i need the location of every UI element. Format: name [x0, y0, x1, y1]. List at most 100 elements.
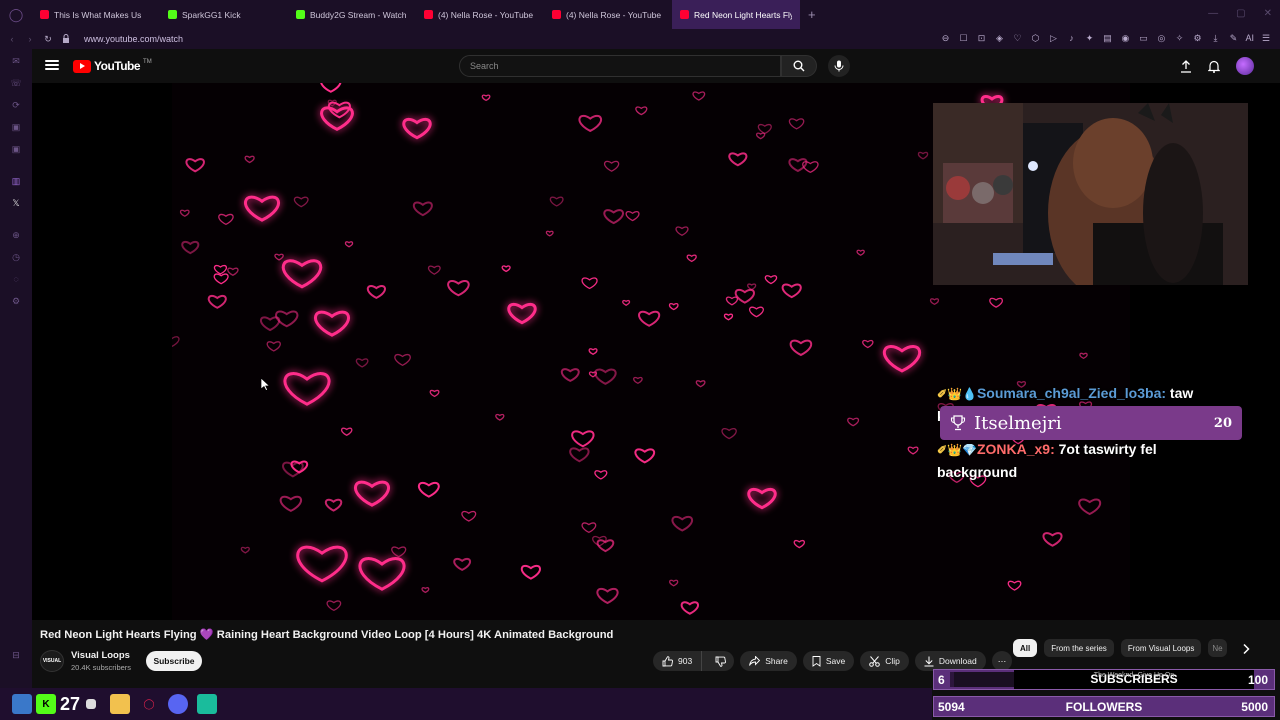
account-avatar[interactable]	[1236, 57, 1254, 75]
weather-temperature[interactable]: 27	[60, 694, 80, 715]
browser-tab[interactable]: SparkGG1 Kick	[160, 0, 288, 29]
notifications-bell-icon[interactable]	[1208, 60, 1220, 73]
new-tab-button[interactable]: +	[800, 7, 824, 22]
like-count: 903	[678, 656, 693, 666]
browser-tab[interactable]: Red Neon Light Hearts Fly	[672, 0, 800, 29]
sidebar-twitch-icon[interactable]: ▥	[10, 175, 22, 187]
tab-favicon-icon	[168, 10, 177, 19]
chevron-right-icon[interactable]	[1240, 643, 1252, 655]
chip-truncated[interactable]: Ne	[1208, 639, 1227, 657]
search-button[interactable]	[781, 55, 817, 77]
search-input[interactable]: Search	[459, 55, 781, 77]
chip-from-visual-loops[interactable]: From Visual Loops	[1120, 639, 1202, 657]
neon-heart	[603, 209, 624, 225]
sidebar-history-icon[interactable]: ⟳	[10, 99, 22, 111]
discord-icon[interactable]	[168, 694, 189, 714]
download-button[interactable]: Download	[914, 651, 986, 671]
sidebar-message-icon[interactable]: ✉	[10, 55, 22, 67]
kick-app-icon[interactable]: K	[36, 694, 56, 714]
sidebar-app-icon[interactable]: ▣	[10, 121, 22, 133]
app-icon[interactable]	[197, 694, 218, 714]
neon-heart	[788, 158, 808, 173]
browser-tab[interactable]: This Is What Makes Us	[32, 0, 160, 29]
file-explorer-icon[interactable]	[110, 694, 131, 714]
download-icon[interactable]: ⤓	[1209, 32, 1221, 44]
sidebar-x-icon[interactable]: 𝕏	[10, 197, 22, 209]
save-button[interactable]: Save	[802, 651, 855, 671]
like-button[interactable]: 903	[653, 651, 703, 671]
sidebar-clock-icon[interactable]: ◷	[10, 251, 22, 263]
sidebar-circle-icon[interactable]: ⊕	[10, 229, 22, 241]
sparkle-icon[interactable]: ✎	[1227, 32, 1239, 44]
sidebar-app2-icon[interactable]: ▣	[10, 143, 22, 155]
shield-icon[interactable]: ◈	[993, 32, 1005, 44]
browser-tab[interactable]: (4) Nella Rose - YouTube	[544, 0, 672, 29]
neon-heart	[402, 117, 432, 140]
channel-avatar[interactable]: VISUAL	[40, 650, 64, 672]
globe-icon[interactable]: ◎	[1155, 32, 1167, 44]
browser-tab[interactable]: (4) Nella Rose - YouTube	[416, 0, 544, 29]
tab-favicon-icon	[424, 10, 433, 19]
heart-icon[interactable]: ♡	[1011, 32, 1023, 44]
neon-heart	[917, 151, 929, 160]
sidebar-bell-icon[interactable]: ◌	[10, 273, 22, 285]
neon-heart	[747, 487, 777, 510]
hamburger-menu-icon[interactable]	[45, 58, 59, 72]
neon-heart	[633, 376, 643, 385]
bookmark-icon[interactable]: ☐	[957, 32, 969, 44]
task-view-icon[interactable]	[86, 699, 97, 709]
maximize-icon[interactable]: ▢	[1236, 8, 1245, 19]
reload-icon[interactable]: ↻	[42, 34, 54, 45]
music-icon[interactable]: ♪	[1065, 32, 1077, 44]
window-controls: — ▢ ✕	[1208, 8, 1272, 19]
neon-heart	[635, 106, 648, 116]
browser-logo-icon[interactable]: ◯	[0, 0, 32, 29]
neon-heart	[594, 368, 617, 385]
neon-heart	[326, 600, 342, 612]
url-field[interactable]: www.youtube.com/watch	[84, 34, 183, 44]
sidebar-bottom-icon[interactable]: ⊟	[10, 649, 22, 661]
back-icon[interactable]: ‹	[6, 34, 18, 44]
upload-icon[interactable]	[1180, 59, 1192, 73]
cube-icon[interactable]: ⬡	[1029, 32, 1041, 44]
minimize-icon[interactable]: —	[1208, 8, 1218, 19]
opera-gx-icon[interactable]: ◯	[139, 694, 159, 714]
voice-search-button[interactable]	[828, 55, 850, 77]
browser-tab[interactable]: Buddy2G Stream - Watch	[288, 0, 416, 29]
chip-all[interactable]: All	[1013, 639, 1038, 657]
chat-icon[interactable]: ◉	[1119, 32, 1131, 44]
windows-start-icon[interactable]	[12, 694, 32, 714]
zoom-icon[interactable]: ⊖	[939, 32, 951, 44]
extension-icon[interactable]: ✦	[1083, 32, 1095, 44]
tab-icon[interactable]: ▤	[1101, 32, 1113, 44]
sidebar-contact-icon[interactable]: ☏	[10, 77, 22, 89]
tab-favicon-icon	[552, 10, 561, 19]
sidebar-gear-icon[interactable]: ⚙	[10, 295, 22, 307]
bookmark-save-icon	[812, 655, 821, 667]
neon-heart	[243, 195, 281, 222]
youtube-play-icon	[73, 59, 91, 73]
menu-icon[interactable]: ☰	[1260, 32, 1272, 44]
puzzle-icon[interactable]: ✧	[1173, 32, 1185, 44]
channel-name[interactable]: Visual Loops	[71, 650, 130, 661]
settings-icon[interactable]: ⚙	[1191, 32, 1203, 44]
screenshot-icon[interactable]: ⊡	[975, 32, 987, 44]
send-icon[interactable]: ▷	[1047, 32, 1059, 44]
youtube-logo[interactable]: YouTube TM	[73, 59, 152, 73]
ai-button[interactable]: AI	[1245, 32, 1254, 44]
neon-heart	[1079, 352, 1088, 360]
neon-heart	[447, 279, 470, 297]
dislike-button[interactable]	[707, 651, 734, 671]
close-icon[interactable]: ✕	[1264, 8, 1272, 19]
clip-button[interactable]: Clip	[860, 651, 909, 671]
neon-heart	[725, 296, 739, 306]
more-actions-button[interactable]: ⋯	[991, 651, 1013, 671]
forward-icon[interactable]: ›	[24, 34, 36, 44]
share-button[interactable]: Share	[740, 651, 797, 671]
neon-heart	[429, 389, 440, 398]
subscribe-button[interactable]: Subscribe	[146, 651, 202, 671]
neon-heart	[907, 446, 919, 455]
neon-heart	[588, 348, 598, 355]
chip-from-the-series[interactable]: From the series	[1044, 639, 1114, 657]
battery-icon[interactable]: ▭	[1137, 32, 1149, 44]
